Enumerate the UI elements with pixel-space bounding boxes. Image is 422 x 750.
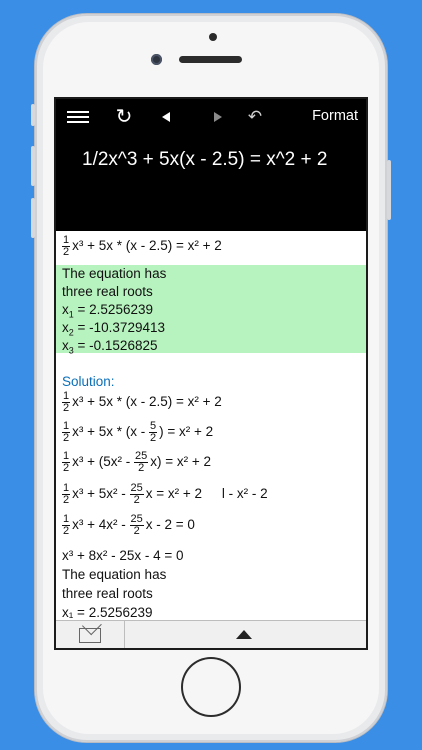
volume-up-button bbox=[31, 146, 35, 186]
volume-down-button bbox=[31, 198, 35, 238]
format-button[interactable]: Format bbox=[312, 108, 358, 124]
refresh-icon[interactable]: ↻ bbox=[112, 107, 136, 127]
step-2: 1 2 x³ + 5x * (x - 5 2) = x² + 2 bbox=[62, 420, 214, 444]
result-heading-1: The equation has bbox=[62, 266, 167, 281]
top-toolbar: ↻ ↶ Format 1/2x^3 + 5x(x - 2.5) = x^2 + … bbox=[56, 99, 366, 231]
result-heading-2: three real roots bbox=[62, 284, 153, 299]
root-3: x3 = -0.1526825 bbox=[62, 338, 158, 356]
step-4-operation: l - x² - 2 bbox=[221, 486, 268, 502]
solution-title: Solution: bbox=[62, 374, 115, 389]
solution-area: 1 2 x³ + 5x * (x - 2.5) = x² + 2 The equat… bbox=[56, 231, 366, 620]
app-screen: ↻ ↶ Format 1/2x^3 + 5x(x - 2.5) = x^2 + … bbox=[54, 97, 368, 650]
equation-input[interactable]: 1/2x^3 + 5x(x - 2.5) = x^2 + 2 bbox=[82, 149, 327, 171]
step-8: three real roots bbox=[62, 586, 153, 601]
menu-icon[interactable] bbox=[66, 107, 90, 127]
step-5: 1 2 x³ + 4x² - 25 2 x - 2 = 0 bbox=[62, 513, 195, 537]
fraction-half: 12 bbox=[62, 234, 71, 258]
step-7: The equation has bbox=[62, 567, 167, 582]
root-1: x1 = 2.5256239 bbox=[62, 302, 153, 320]
power-button bbox=[387, 160, 391, 220]
bottom-bar bbox=[56, 620, 366, 648]
step-6: x³ + 8x² - 25x - 4 = 0 bbox=[62, 548, 184, 563]
original-equation: 1 2 x³ + 5x * (x - 2.5) = x² + 2 bbox=[62, 234, 222, 258]
earpiece-speaker bbox=[179, 56, 242, 63]
step-3: 1 2 x³ + (5x² - 25 2 x) = x² + 2 bbox=[62, 450, 212, 474]
step-4: 1 2 x³ + 5x² - 25 2 x = x² + 2 l - x² - 2 bbox=[62, 482, 268, 506]
step-9: x₁ = 2.5256239 bbox=[62, 605, 153, 620]
expand-up-icon[interactable] bbox=[236, 630, 252, 639]
home-button[interactable] bbox=[183, 659, 239, 715]
mail-icon[interactable] bbox=[56, 621, 125, 648]
proximity-sensor bbox=[209, 33, 217, 41]
back-icon[interactable] bbox=[158, 107, 174, 127]
mute-switch bbox=[31, 104, 35, 126]
undo-icon[interactable]: ↶ bbox=[244, 107, 266, 127]
front-camera bbox=[151, 54, 162, 65]
step-1: 1 2 x³ + 5x * (x - 2.5) = x² + 2 bbox=[62, 390, 222, 414]
root-2: x2 = -10.3729413 bbox=[62, 320, 165, 338]
forward-icon[interactable] bbox=[210, 107, 226, 127]
